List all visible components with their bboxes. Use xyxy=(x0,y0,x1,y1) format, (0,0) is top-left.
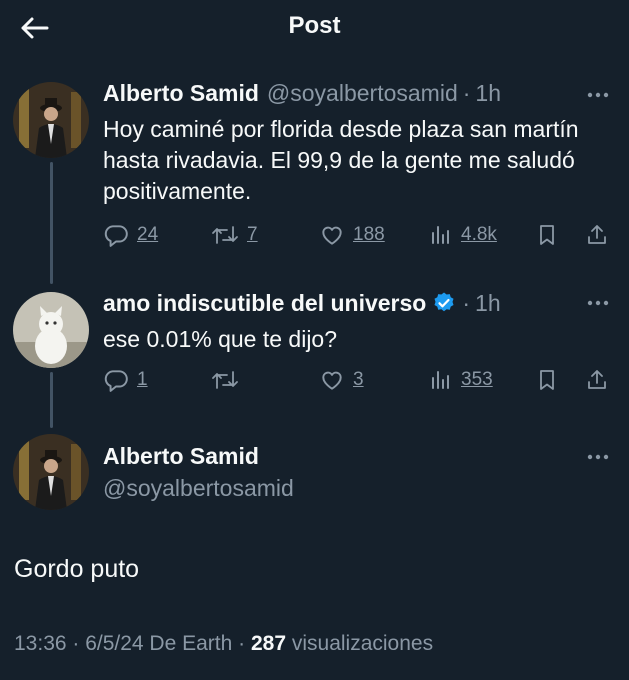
like-button[interactable]: 3 xyxy=(319,364,364,396)
repost-count: 7 xyxy=(247,224,258,245)
tweet-actions: 1 3 353 xyxy=(103,364,615,396)
views-icon xyxy=(432,371,449,389)
tweet-actions: 24 7 188 4.8k xyxy=(103,219,615,251)
repost-button[interactable] xyxy=(211,364,247,396)
timestamp[interactable]: 1h xyxy=(475,290,501,317)
display-name[interactable]: Alberto Samid xyxy=(103,80,259,107)
like-count: 188 xyxy=(353,224,385,245)
like-icon xyxy=(322,371,342,390)
views-count: 287 xyxy=(250,632,287,655)
views-count: 353 xyxy=(461,369,493,390)
post-author: Alberto Samid xyxy=(103,441,259,471)
tweet-header: Alberto Samid @soyalbertosamid · 1h xyxy=(103,78,501,108)
repost-icon xyxy=(212,371,238,389)
header: Post xyxy=(0,0,629,56)
views-icon xyxy=(432,226,449,244)
display-name[interactable]: amo indiscutible del universo xyxy=(103,290,426,317)
verified-badge-icon xyxy=(432,291,456,315)
post-meta: 13:36 · 6/5/24 De Earth · 287 visualizac… xyxy=(14,632,433,656)
avatar[interactable] xyxy=(13,82,89,158)
like-button[interactable]: 188 xyxy=(319,219,385,251)
like-icon xyxy=(322,226,342,245)
timestamp[interactable]: 1h xyxy=(475,80,501,107)
reply-icon xyxy=(104,370,128,392)
more-button[interactable] xyxy=(583,292,613,314)
more-button[interactable] xyxy=(583,446,613,468)
bookmark-icon xyxy=(540,370,554,390)
reply-button[interactable]: 1 xyxy=(103,364,148,396)
bookmark-button[interactable] xyxy=(535,364,559,396)
more-button[interactable] xyxy=(583,84,613,106)
handle[interactable]: @soyalbertosamid xyxy=(103,475,294,502)
separator-dot: · xyxy=(462,289,471,316)
views-button[interactable]: 353 xyxy=(429,364,493,396)
bookmark-icon xyxy=(540,225,554,245)
tweet-text: Hoy caminé por florida desde plaza san m… xyxy=(103,116,579,204)
avatar[interactable] xyxy=(13,434,89,510)
more-icon xyxy=(587,300,609,306)
repost-button[interactable]: 7 xyxy=(211,219,258,251)
handle[interactable]: @soyalbertosamid xyxy=(267,80,458,107)
share-button[interactable] xyxy=(585,364,609,396)
post-timestamp[interactable]: 13:36 · 6/5/24 De Earth · xyxy=(14,632,251,655)
repost-icon xyxy=(212,226,238,244)
post-handle-row: @soyalbertosamid xyxy=(103,473,294,503)
bookmark-button[interactable] xyxy=(535,219,559,251)
reply-button[interactable]: 24 xyxy=(103,219,158,251)
reply-icon xyxy=(104,225,128,247)
share-icon xyxy=(588,225,606,244)
share-button[interactable] xyxy=(585,219,609,251)
tweet-text: ese 0.01% que te dijo? xyxy=(103,326,338,352)
more-icon xyxy=(587,92,609,98)
page-title: Post xyxy=(288,12,341,39)
like-count: 3 xyxy=(353,369,364,390)
display-name[interactable]: Alberto Samid xyxy=(103,443,259,470)
thread-line xyxy=(50,372,53,428)
views-count: 4.8k xyxy=(461,224,497,245)
thread-line xyxy=(50,162,53,284)
separator-dot: · xyxy=(462,79,471,106)
post-text: Gordo puto xyxy=(14,555,140,583)
avatar[interactable] xyxy=(13,292,89,368)
views-label: visualizaciones xyxy=(286,632,434,655)
more-icon xyxy=(587,454,609,460)
views-button[interactable]: 4.8k xyxy=(429,219,497,251)
tweet-header: amo indiscutible del universo · 1h xyxy=(103,288,501,318)
reply-count: 24 xyxy=(137,224,159,245)
reply-count: 1 xyxy=(137,369,148,390)
share-icon xyxy=(588,370,606,389)
